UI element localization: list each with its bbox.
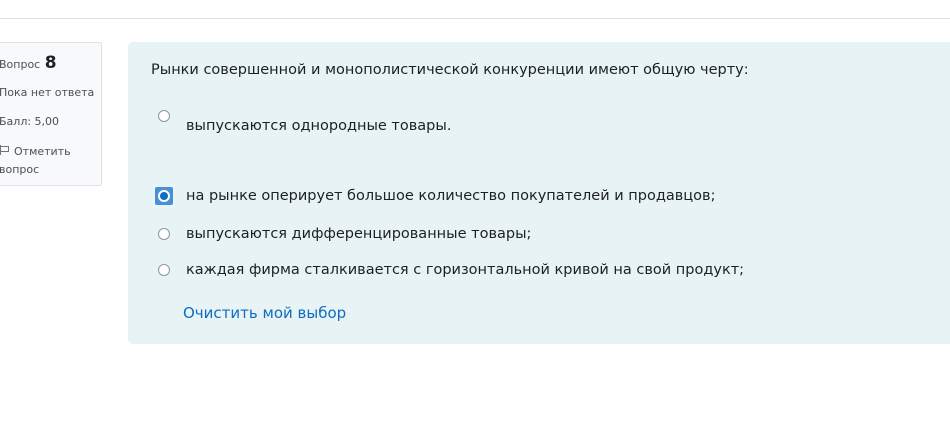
answer-option-1[interactable]: выпускаются однородные товары. (158, 105, 451, 134)
radio-button[interactable] (158, 110, 170, 122)
answer-option-label: на рынке оперирует большое количество по… (186, 188, 716, 204)
radio-inner (158, 190, 170, 202)
radio-button-focused[interactable] (155, 187, 173, 205)
question-content: Рынки совершенной и монополистической ко… (128, 42, 950, 344)
radio-button[interactable] (158, 228, 170, 240)
question-state: Пока нет ответа (0, 86, 95, 99)
answer-option-4[interactable]: каждая фирма сталкивается с горизонтальн… (158, 259, 744, 281)
radio-button[interactable] (158, 264, 170, 276)
top-bar (0, 0, 950, 19)
question-number: Вопрос 8 (0, 53, 57, 73)
flag-icon (0, 145, 11, 155)
answer-option-label: выпускаются однородные товары. (186, 118, 452, 134)
answer-option-label: выпускаются дифференцированные товары; (186, 226, 532, 242)
flag-question-button[interactable]: Отметить вопрос (0, 143, 95, 179)
question-info-panel: Вопрос 8 Пока нет ответа Балл: 5,00 Отме… (0, 42, 102, 186)
question-grade: Балл: 5,00 (0, 115, 60, 128)
answer-option-3[interactable]: выпускаются дифференцированные товары; (158, 223, 531, 245)
question-text: Рынки совершенной и монополистической ко… (151, 62, 749, 78)
answer-option-label: каждая фирма сталкивается с горизонтальн… (186, 262, 745, 278)
clear-choice-link[interactable]: Очистить мой выбор (183, 304, 346, 322)
answer-option-2[interactable]: на рынке оперирует большое количество по… (155, 185, 716, 207)
